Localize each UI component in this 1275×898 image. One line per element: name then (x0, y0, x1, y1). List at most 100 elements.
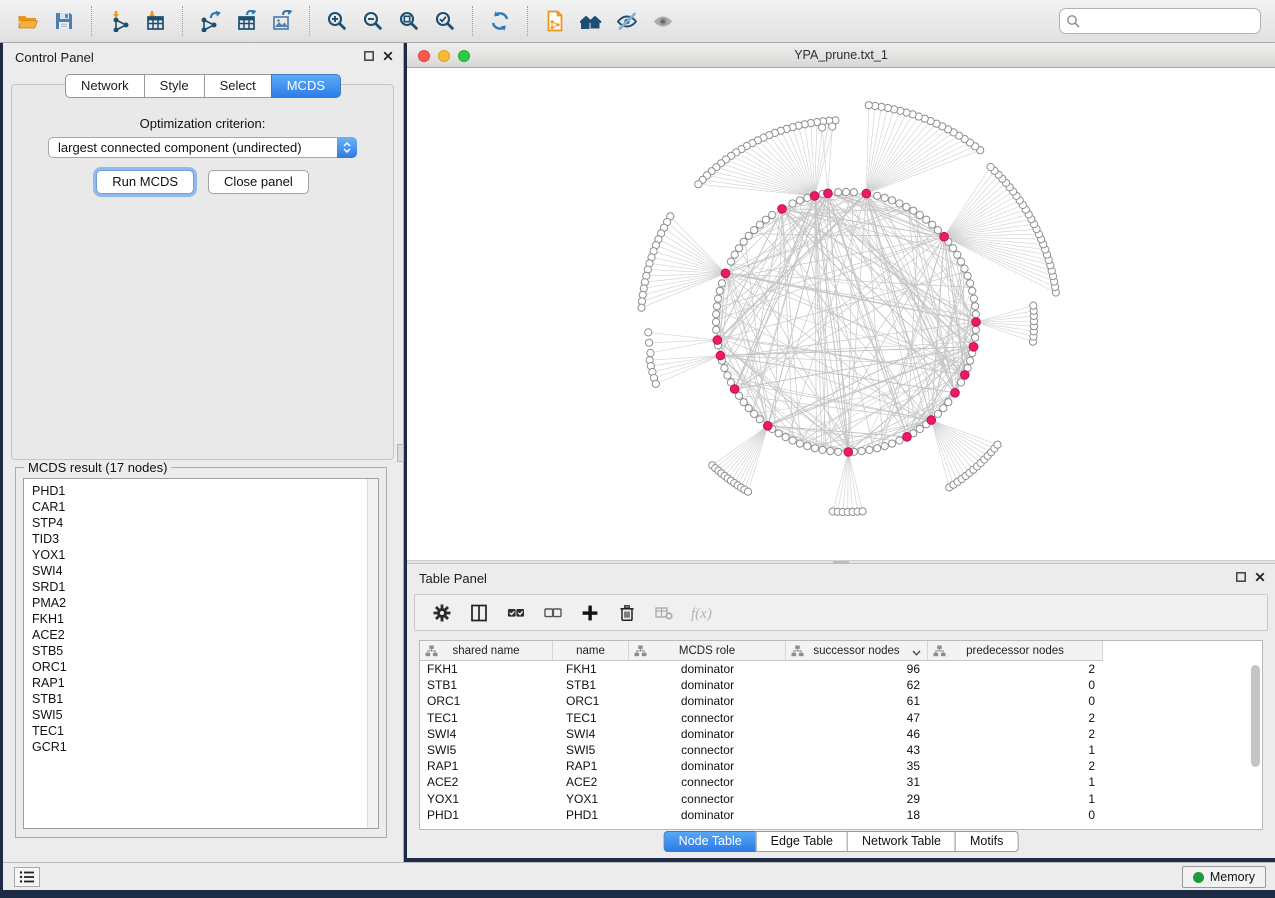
network-node[interactable] (646, 339, 653, 346)
network-node[interactable] (740, 399, 747, 406)
mcds-result-item[interactable]: STB1 (32, 691, 378, 707)
table-cell[interactable]: ORC1 (553, 693, 629, 709)
network-node[interactable] (881, 443, 888, 450)
table-cell[interactable]: ACE2 (553, 774, 629, 790)
network-node[interactable] (958, 258, 965, 265)
network-node[interactable] (727, 258, 734, 265)
zoom-selected-button[interactable] (427, 4, 463, 38)
table-row[interactable]: FKH1FKH1dominator962 (420, 661, 1262, 677)
mcds-network-node[interactable] (716, 351, 725, 360)
column-header-successor-nodes[interactable]: successor nodes (786, 641, 928, 661)
table-cell[interactable]: SWI5 (553, 742, 629, 758)
tab-node-table[interactable]: Node Table (664, 831, 757, 852)
network-node[interactable] (715, 295, 722, 302)
mcds-result-item[interactable]: FKH1 (32, 611, 378, 627)
apply-layout-button[interactable] (482, 4, 518, 38)
mcds-network-node[interactable] (940, 232, 949, 241)
table-row[interactable]: TEC1TEC1connector472 (420, 710, 1262, 726)
table-cell[interactable]: 29 (786, 791, 928, 807)
table-cell[interactable]: TEC1 (420, 710, 553, 726)
network-node[interactable] (964, 272, 971, 279)
column-header-name[interactable]: name (553, 641, 629, 661)
mcds-network-node[interactable] (969, 343, 978, 352)
network-node[interactable] (916, 425, 923, 432)
network-node[interactable] (987, 163, 994, 170)
network-node[interactable] (744, 488, 751, 495)
mcds-network-node[interactable] (713, 336, 722, 345)
tab-mcds[interactable]: MCDS (271, 74, 341, 98)
export-table-button[interactable] (228, 4, 264, 38)
zoom-in-button[interactable] (319, 4, 355, 38)
add-row-button[interactable] (577, 600, 603, 626)
table-cell[interactable]: 0 (928, 807, 1103, 823)
network-node[interactable] (958, 379, 965, 386)
network-node[interactable] (804, 443, 811, 450)
network-node[interactable] (695, 181, 702, 188)
network-node[interactable] (731, 251, 738, 258)
network-node[interactable] (954, 251, 961, 258)
table-cell[interactable]: STB1 (553, 677, 629, 693)
network-node[interactable] (769, 211, 776, 218)
table-cell[interactable]: 2 (928, 710, 1103, 726)
network-node[interactable] (866, 446, 873, 453)
network-node[interactable] (716, 287, 723, 294)
table-cell[interactable]: dominator (629, 661, 786, 677)
import-table-button[interactable] (137, 4, 173, 38)
network-node[interactable] (740, 238, 747, 245)
mcds-network-node[interactable] (824, 189, 833, 198)
network-node[interactable] (718, 280, 725, 287)
table-cell[interactable]: 43 (786, 742, 928, 758)
network-node[interactable] (835, 189, 842, 196)
table-cell[interactable]: RAP1 (420, 758, 553, 774)
table-cell[interactable]: 35 (786, 758, 928, 774)
hide-graphics-details-button[interactable] (609, 4, 645, 38)
mcds-list-scrollbar[interactable] (367, 479, 378, 828)
table-cell[interactable]: 1 (928, 791, 1103, 807)
table-cell[interactable]: SWI5 (420, 742, 553, 758)
table-cell[interactable]: YOX1 (553, 791, 629, 807)
optimization-criterion-dropdown[interactable]: largest connected component (undirected) (48, 137, 357, 158)
mcds-result-item[interactable]: GCR1 (32, 739, 378, 755)
network-node[interactable] (652, 380, 659, 387)
network-node[interactable] (961, 265, 968, 272)
table-cell[interactable]: dominator (629, 726, 786, 742)
float-panel-icon[interactable] (364, 51, 374, 61)
table-cell[interactable]: 0 (928, 677, 1103, 693)
table-cell[interactable]: 18 (786, 807, 928, 823)
mcds-result-list[interactable]: PHD1CAR1STP4TID3YOX1SWI4SRD1PMA2FKH1ACE2… (23, 478, 379, 829)
network-node[interactable] (972, 311, 979, 318)
tab-network[interactable]: Network (65, 74, 145, 98)
table-cell[interactable]: PHD1 (553, 807, 629, 823)
export-image-button[interactable] (264, 4, 300, 38)
mcds-network-node[interactable] (778, 205, 787, 214)
mcds-network-node[interactable] (810, 192, 819, 201)
table-cell[interactable]: PHD1 (420, 807, 553, 823)
mcds-result-item[interactable]: ACE2 (32, 627, 378, 643)
network-node[interactable] (859, 508, 866, 515)
mcds-result-item[interactable]: ORC1 (32, 659, 378, 675)
network-node[interactable] (724, 372, 731, 379)
network-node[interactable] (889, 440, 896, 447)
network-node[interactable] (756, 221, 763, 228)
tab-network-table[interactable]: Network Table (847, 831, 956, 852)
network-node[interactable] (751, 410, 758, 417)
mcds-network-node[interactable] (951, 389, 960, 398)
dropdown-stepper[interactable] (337, 137, 357, 158)
network-node[interactable] (796, 197, 803, 204)
mcds-result-item[interactable]: RAP1 (32, 675, 378, 691)
memory-button[interactable]: Memory (1182, 866, 1266, 888)
table-cell[interactable]: ORC1 (420, 693, 553, 709)
export-network-button[interactable] (192, 4, 228, 38)
network-node[interactable] (811, 445, 818, 452)
network-node[interactable] (756, 416, 763, 423)
network-node[interactable] (972, 334, 979, 341)
table-cell[interactable]: ACE2 (420, 774, 553, 790)
tab-select[interactable]: Select (204, 74, 272, 98)
table-cell[interactable]: 31 (786, 774, 928, 790)
network-node[interactable] (972, 303, 979, 310)
mcds-result-item[interactable]: TID3 (32, 531, 378, 547)
column-layout-button[interactable] (466, 600, 492, 626)
network-titlebar[interactable]: YPA_prune.txt_1 (407, 43, 1275, 68)
network-node[interactable] (762, 216, 769, 223)
network-node[interactable] (712, 318, 719, 325)
